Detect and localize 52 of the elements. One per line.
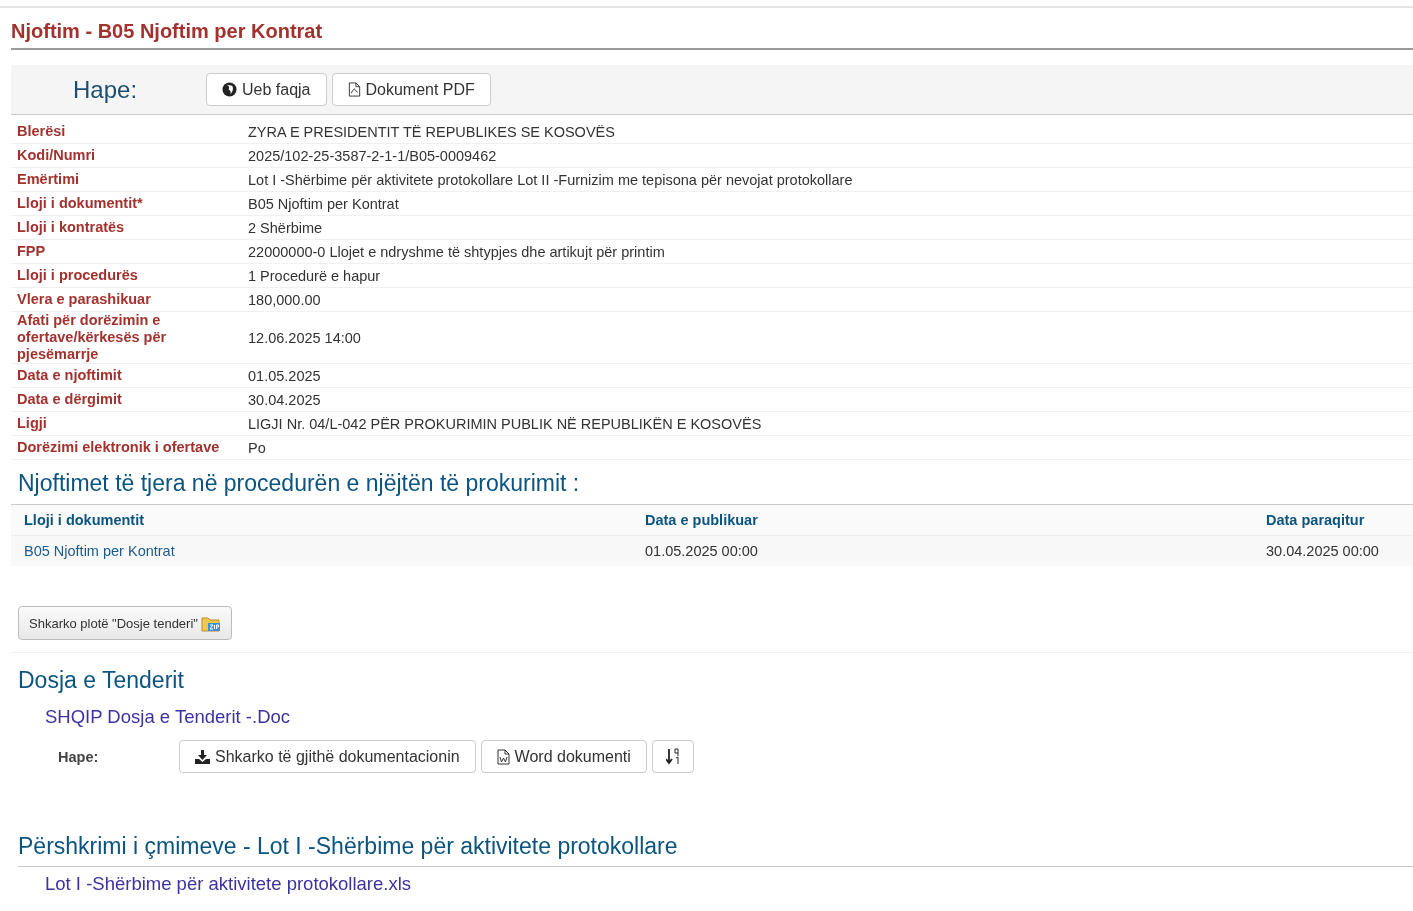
field-label: FPP bbox=[16, 243, 47, 260]
field-value: Po bbox=[248, 439, 266, 456]
field-value: 12.06.2025 14:00 bbox=[248, 329, 361, 346]
download-icon bbox=[195, 749, 210, 764]
field-value: 180,000.00 bbox=[248, 291, 321, 308]
field-value: ZYRA E PRESIDENTIT TË REPUBLIKES SE KOSOVËS bbox=[248, 123, 615, 140]
field-label: Lloji i dokumentit* bbox=[16, 195, 144, 212]
zip-folder-icon bbox=[200, 614, 221, 632]
field-value: 2025/102-25-3587-2-1-1/B05-0009462 bbox=[248, 147, 497, 164]
field-label: Data e njoftimit bbox=[16, 367, 123, 384]
page-title: Njoftim - B05 Njoftim per Kontrat bbox=[11, 20, 1413, 50]
field-label: Data e dërgimit bbox=[16, 391, 123, 408]
field-value: Lot I -Shërbime për aktivitete protokollare Lot II -Furnizim me tepisona për nevojat protokollare bbox=[248, 171, 853, 188]
document-link[interactable]: SHQIP Dosja e Tenderit -.Doc bbox=[45, 706, 291, 728]
field-label: Blerësi bbox=[16, 123, 67, 140]
open-label: Hape: bbox=[57, 748, 100, 765]
field-label: Ligji bbox=[16, 415, 48, 432]
field-value: 2 Shërbime bbox=[248, 219, 323, 236]
field-label: Dorëzimi elektronik i ofertave bbox=[16, 439, 221, 456]
table-cell-text: 01.05.2025 00:00 bbox=[644, 543, 759, 559]
field-value: 1 Procedurë e hapur bbox=[248, 267, 381, 284]
field-label: Kodi/Numri bbox=[16, 147, 97, 164]
field-value: 22000000-0 Llojet e ndryshme të shtypjes dhe artikujt për printim bbox=[248, 243, 665, 260]
section-heading: Dosja e Tenderit bbox=[18, 667, 185, 694]
field-value: B05 Njoftim per Kontrat bbox=[248, 195, 399, 212]
section-heading: Përshkrimi i çmimeve - Lot I -Shërbime për aktivitete protokollare bbox=[18, 833, 1413, 867]
column-header: Data paraqitur bbox=[1265, 512, 1366, 528]
sort-descending-icon bbox=[665, 748, 680, 765]
pdf-file-icon bbox=[347, 82, 361, 97]
field-value: 30.04.2025 bbox=[248, 391, 321, 408]
pdf-document-button[interactable]: Dokument PDF bbox=[331, 73, 491, 106]
web-page-button[interactable]: Ueb faqja bbox=[206, 73, 327, 106]
open-label: Hape: bbox=[72, 75, 139, 104]
field-label: Emërtimi bbox=[16, 171, 81, 188]
field-label: Vlera e parashikuar bbox=[16, 291, 152, 308]
download-all-documentation-button[interactable]: Shkarko të gjithë dokumentacionin bbox=[179, 740, 476, 773]
field-label: Lloji i procedurës bbox=[16, 267, 139, 284]
file-link[interactable]: Lot I -Shërbime për aktivitete protokollare.xls bbox=[45, 873, 412, 895]
field-value: 01.05.2025 bbox=[248, 367, 321, 384]
sort-button[interactable] bbox=[651, 740, 694, 773]
column-header: Data e publikuar bbox=[644, 512, 759, 528]
field-label: Lloji i kontratës bbox=[16, 219, 126, 236]
section-heading: Njoftimet të tjera në procedurën e njëjtën të prokurimit : bbox=[18, 470, 581, 498]
document-link[interactable]: B05 Njoftim per Kontrat bbox=[11, 543, 632, 559]
word-file-icon bbox=[496, 748, 510, 765]
globe-icon bbox=[222, 82, 237, 97]
download-all-button[interactable]: Shkarko plotë "Dosje tenderi" bbox=[18, 606, 232, 640]
field-value: LIGJI Nr. 04/L-042 PËR PROKURIMIN PUBLIK NË REPUBLIKËN E KOSOVËS bbox=[248, 415, 762, 432]
field-label: Afati për dorëzimin e ofertave/kërkesës për pjesëmarrje bbox=[16, 312, 168, 363]
table-cell-text: 30.04.2025 00:00 bbox=[1265, 543, 1380, 559]
column-header: Lloji i dokumentit bbox=[23, 512, 146, 528]
word-document-button[interactable]: Word dokumenti bbox=[480, 740, 647, 773]
